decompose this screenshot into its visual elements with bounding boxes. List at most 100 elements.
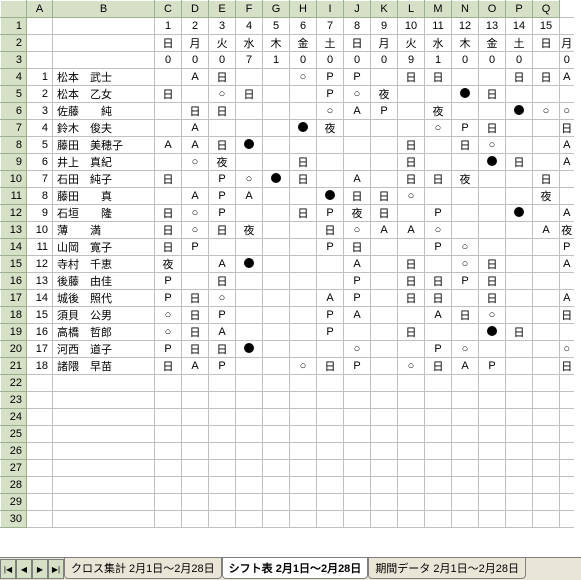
cell-overflow-8[interactable]: A <box>560 137 574 154</box>
cell-F12[interactable] <box>236 205 263 222</box>
cell-P9[interactable]: 日 <box>506 154 533 171</box>
cell-I14[interactable]: P <box>317 239 344 256</box>
cell-N12[interactable] <box>452 205 479 222</box>
cell-C8[interactable]: A <box>155 137 182 154</box>
cell-A19[interactable]: 16 <box>27 324 53 341</box>
row-header-9[interactable]: 9 <box>1 154 27 171</box>
cell-P3[interactable]: 0 <box>506 52 533 69</box>
cell-G23[interactable] <box>263 392 290 409</box>
cell-C10[interactable]: 日 <box>155 171 182 188</box>
cell-P2[interactable]: 土 <box>506 35 533 52</box>
cell-C23[interactable] <box>155 392 182 409</box>
cell-Q21[interactable] <box>533 358 560 375</box>
cell-L30[interactable] <box>398 511 425 528</box>
cell-I5[interactable]: P <box>317 86 344 103</box>
row-header-17[interactable]: 17 <box>1 290 27 307</box>
cell-F17[interactable] <box>236 290 263 307</box>
cell-I29[interactable] <box>317 494 344 511</box>
cell-I1[interactable]: 7 <box>317 18 344 35</box>
cell-G12[interactable] <box>263 205 290 222</box>
cell-I20[interactable] <box>317 341 344 358</box>
cell-E11[interactable]: P <box>209 188 236 205</box>
cell-O29[interactable] <box>479 494 506 511</box>
cell-K9[interactable] <box>371 154 398 171</box>
cell-D15[interactable] <box>182 256 209 273</box>
cell-J27[interactable] <box>344 460 371 477</box>
cell-K29[interactable] <box>371 494 398 511</box>
cell-M4[interactable]: 日 <box>425 69 452 86</box>
cell-M24[interactable] <box>425 409 452 426</box>
cell-F1[interactable]: 4 <box>236 18 263 35</box>
row-header-5[interactable]: 5 <box>1 86 27 103</box>
cell-B17[interactable]: 城後 照代 <box>53 290 155 307</box>
cell-B2[interactable] <box>53 35 155 52</box>
col-header-Q[interactable]: Q <box>533 1 560 18</box>
cell-overflow-30[interactable] <box>560 511 574 528</box>
cell-B20[interactable]: 河西 道子 <box>53 341 155 358</box>
cell-I3[interactable]: 0 <box>317 52 344 69</box>
cell-I11[interactable] <box>317 188 344 205</box>
cell-A26[interactable] <box>27 443 53 460</box>
cell-B6[interactable]: 佐藤 純 <box>53 103 155 120</box>
cell-overflow-15[interactable]: A <box>560 256 574 273</box>
cell-N15[interactable]: ○ <box>452 256 479 273</box>
cell-N13[interactable] <box>452 222 479 239</box>
col-header-A[interactable]: A <box>27 1 53 18</box>
cell-J6[interactable]: A <box>344 103 371 120</box>
cell-E7[interactable] <box>209 120 236 137</box>
cell-M28[interactable] <box>425 477 452 494</box>
cell-H9[interactable]: 日 <box>290 154 317 171</box>
cell-H11[interactable] <box>290 188 317 205</box>
cell-F8[interactable] <box>236 137 263 154</box>
cell-Q29[interactable] <box>533 494 560 511</box>
cell-P12[interactable] <box>506 205 533 222</box>
cell-B1[interactable] <box>53 18 155 35</box>
cell-Q10[interactable]: 日 <box>533 171 560 188</box>
cell-P27[interactable] <box>506 460 533 477</box>
cell-J11[interactable]: 日 <box>344 188 371 205</box>
row-header-20[interactable]: 20 <box>1 341 27 358</box>
cell-C30[interactable] <box>155 511 182 528</box>
cell-P21[interactable] <box>506 358 533 375</box>
cell-G6[interactable] <box>263 103 290 120</box>
cell-Q24[interactable] <box>533 409 560 426</box>
cell-A4[interactable]: 1 <box>27 69 53 86</box>
cell-P16[interactable] <box>506 273 533 290</box>
cell-M21[interactable]: 日 <box>425 358 452 375</box>
cell-D26[interactable] <box>182 443 209 460</box>
cell-overflow-28[interactable] <box>560 477 574 494</box>
tab-nav-2[interactable]: ▶ <box>32 559 48 579</box>
cell-K24[interactable] <box>371 409 398 426</box>
cell-P11[interactable] <box>506 188 533 205</box>
cell-M6[interactable]: 夜 <box>425 103 452 120</box>
cell-O2[interactable]: 金 <box>479 35 506 52</box>
cell-H10[interactable]: 日 <box>290 171 317 188</box>
cell-A30[interactable] <box>27 511 53 528</box>
cell-D19[interactable]: 日 <box>182 324 209 341</box>
cell-A6[interactable]: 3 <box>27 103 53 120</box>
cell-G3[interactable]: 1 <box>263 52 290 69</box>
cell-overflow-27[interactable] <box>560 460 574 477</box>
cell-B10[interactable]: 石田 純子 <box>53 171 155 188</box>
cell-Q16[interactable] <box>533 273 560 290</box>
cell-C20[interactable]: P <box>155 341 182 358</box>
cell-G22[interactable] <box>263 375 290 392</box>
cell-A9[interactable]: 6 <box>27 154 53 171</box>
cell-L10[interactable]: 日 <box>398 171 425 188</box>
cell-P10[interactable] <box>506 171 533 188</box>
cell-A14[interactable]: 11 <box>27 239 53 256</box>
cell-J17[interactable]: P <box>344 290 371 307</box>
cell-overflow-21[interactable]: 日 <box>560 358 574 375</box>
cell-B23[interactable] <box>53 392 155 409</box>
cell-I23[interactable] <box>317 392 344 409</box>
row-header-3[interactable]: 3 <box>1 52 27 69</box>
cell-K19[interactable] <box>371 324 398 341</box>
cell-P29[interactable] <box>506 494 533 511</box>
cell-P8[interactable] <box>506 137 533 154</box>
row-header-28[interactable]: 28 <box>1 477 27 494</box>
cell-D18[interactable]: 日 <box>182 307 209 324</box>
cell-C7[interactable] <box>155 120 182 137</box>
cell-F7[interactable] <box>236 120 263 137</box>
cell-E23[interactable] <box>209 392 236 409</box>
cell-K6[interactable]: P <box>371 103 398 120</box>
